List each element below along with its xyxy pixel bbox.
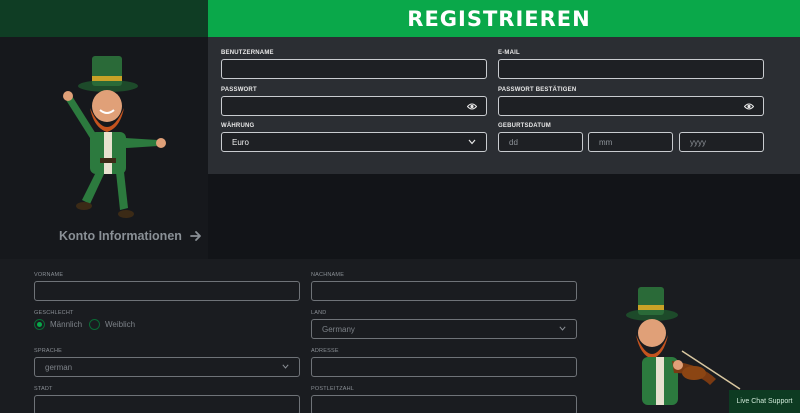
country-label: LAND (311, 310, 327, 316)
city-input[interactable] (34, 395, 300, 413)
show-password-eye-icon[interactable] (467, 102, 477, 111)
leprechaun-fiddler-image (626, 287, 741, 405)
page-title: REGISTRIEREN (407, 6, 591, 31)
password-input[interactable] (221, 96, 487, 116)
address-label: ADRESSE (311, 348, 339, 354)
birth-day-input[interactable]: dd (498, 132, 583, 152)
currency-select[interactable]: Euro (221, 132, 487, 152)
password-confirm-label: PASSWORT BESTÄTIGEN (498, 87, 577, 93)
password-confirm-input[interactable] (498, 96, 764, 116)
gender-radio-female[interactable]: Weiblich (89, 319, 135, 330)
firstname-label: VORNAME (34, 272, 64, 278)
username-label: BENUTZERNAME (221, 50, 274, 56)
birth-day-placeholder: dd (509, 137, 518, 147)
address-input[interactable] (311, 357, 577, 377)
radio-checked-icon (34, 319, 45, 330)
konto-link-label: Konto Informationen (59, 229, 182, 243)
birthdate-label: GEBURTSDATUM (498, 123, 551, 129)
country-value: Germany (322, 324, 355, 334)
live-chat-label: Live Chat Support (736, 398, 793, 405)
password-label: PASSWORT (221, 87, 257, 93)
currency-label: WÄHRUNG (221, 123, 255, 129)
birth-year-input[interactable]: yyyy (679, 132, 764, 152)
currency-value: Euro (232, 137, 249, 147)
gender-female-label: Weiblich (105, 320, 136, 329)
language-label: SPRACHE (34, 348, 62, 354)
radio-unchecked-icon (89, 319, 100, 330)
leprechaun-mascot-image (63, 56, 166, 218)
account-info-sidebar (0, 37, 208, 259)
chevron-down-icon (468, 139, 476, 145)
postcode-input[interactable] (311, 395, 577, 413)
arrow-right-icon (190, 231, 201, 241)
top-left-header-block (0, 0, 208, 37)
live-chat-support-button[interactable]: Live Chat Support (729, 390, 800, 413)
chevron-down-icon (282, 364, 289, 369)
postcode-label: POSTLEITZAHL (311, 386, 355, 392)
show-password-confirm-eye-icon[interactable] (744, 102, 754, 111)
lastname-label: NACHNAME (311, 272, 345, 278)
city-label: STADT (34, 386, 53, 392)
gender-label: GESCHLECHT (34, 310, 74, 316)
chevron-down-icon (559, 326, 566, 331)
language-value: german (45, 362, 73, 372)
registration-banner: REGISTRIEREN (208, 0, 800, 37)
gender-male-label: Männlich (50, 320, 83, 329)
email-input[interactable] (498, 59, 764, 79)
language-select[interactable]: german (34, 357, 300, 377)
email-label: E-MAIL (498, 50, 520, 56)
lastname-input[interactable] (311, 281, 577, 301)
birth-month-input[interactable]: mm (588, 132, 673, 152)
birth-year-placeholder: yyyy (690, 137, 706, 147)
username-input[interactable] (221, 59, 487, 79)
country-select[interactable]: Germany (311, 319, 577, 339)
gender-radio-male[interactable]: Männlich (34, 319, 82, 330)
konto-informationen-link[interactable]: Konto Informationen (59, 229, 202, 243)
firstname-input[interactable] (34, 281, 300, 301)
birth-month-placeholder: mm (599, 137, 613, 147)
